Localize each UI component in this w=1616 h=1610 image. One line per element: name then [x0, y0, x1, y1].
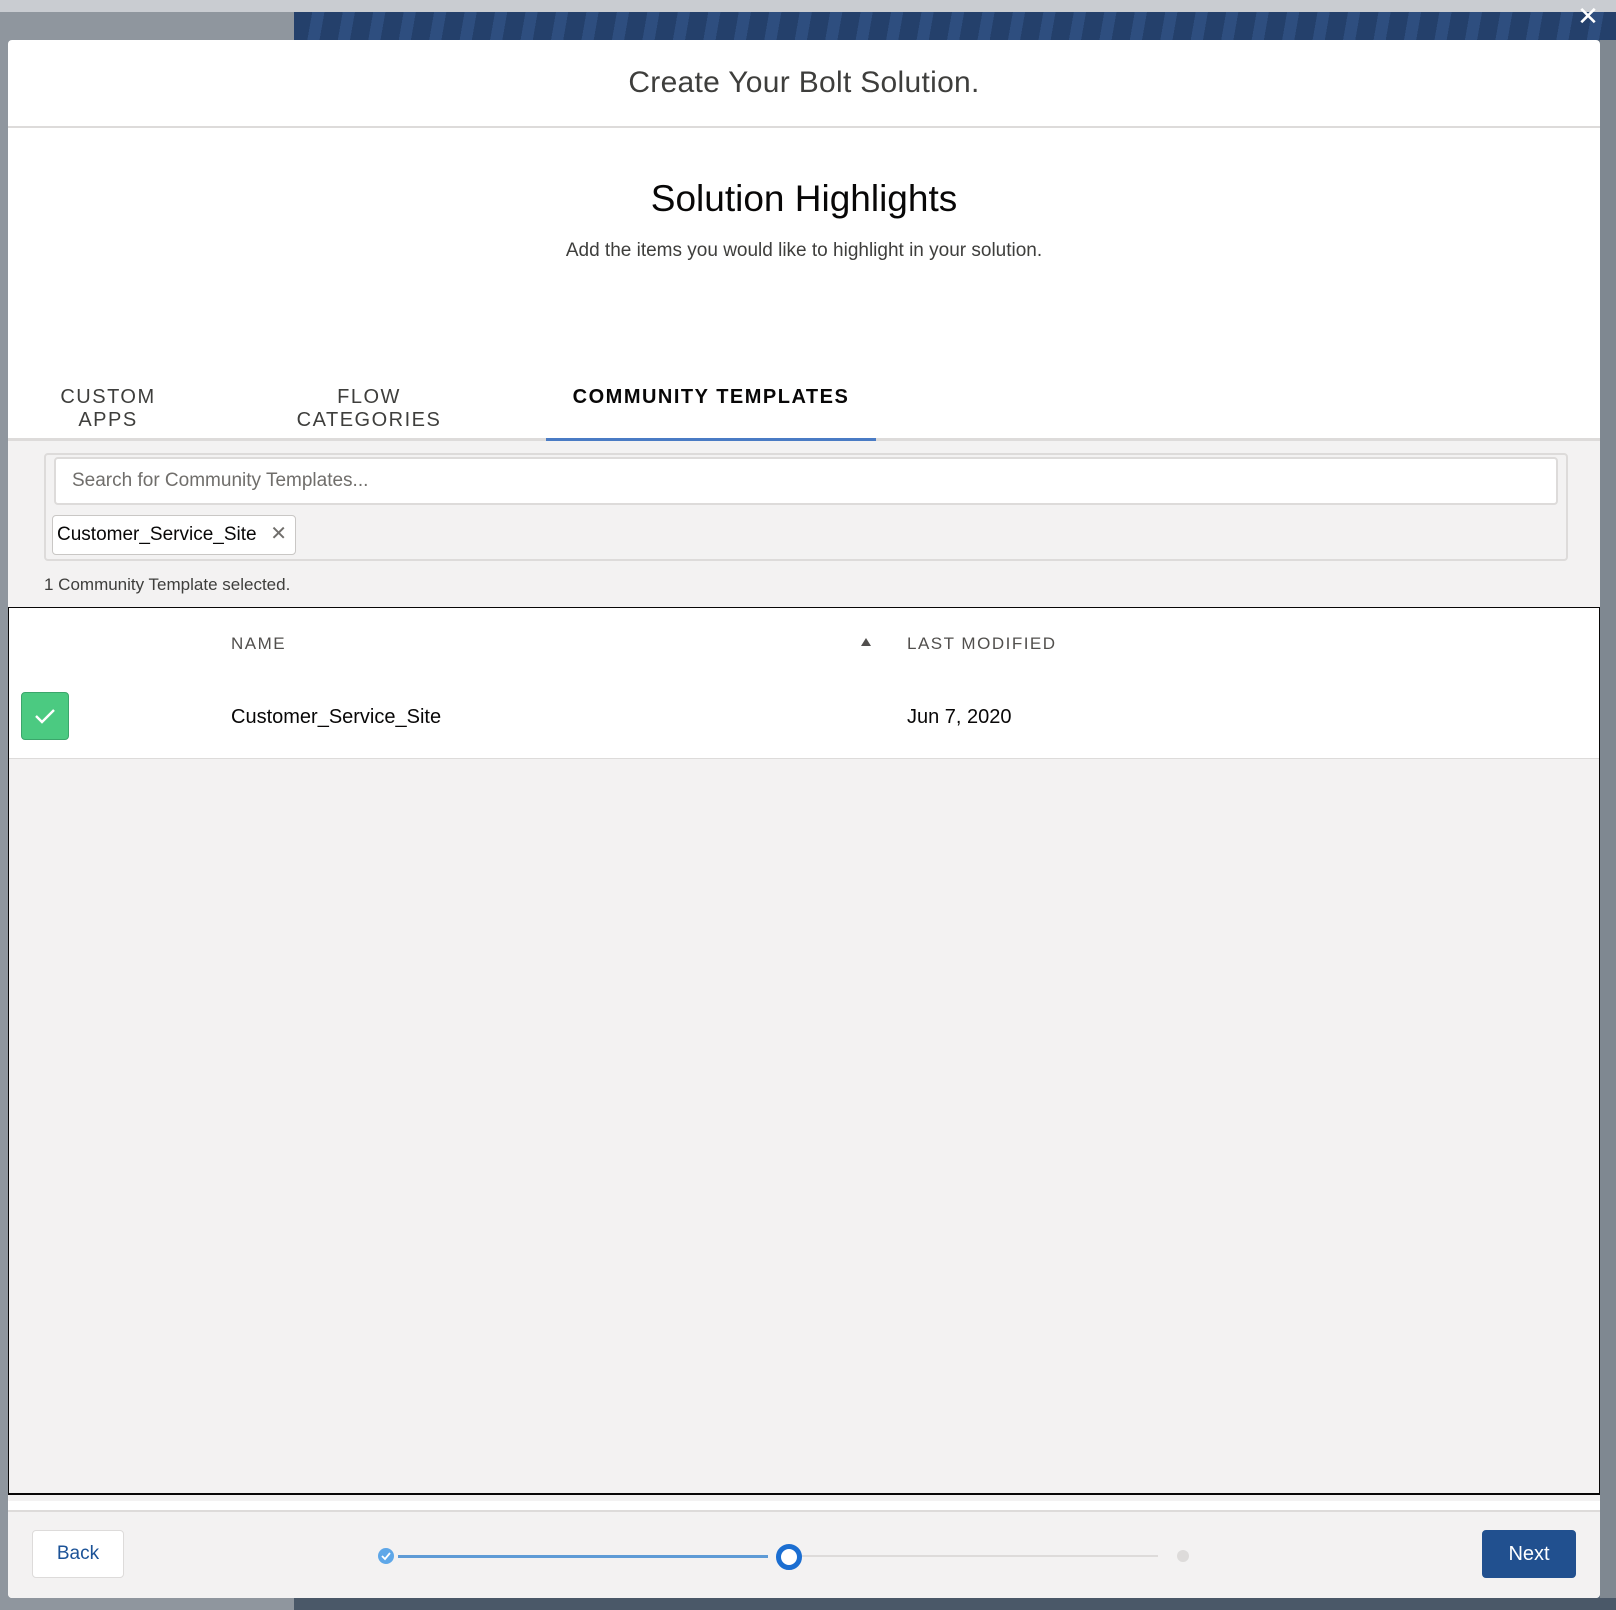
- bolt-solution-modal: Create Your Bolt Solution. Solution High…: [8, 40, 1600, 1598]
- tab-panel-community-templates: Customer_Service_Site ✕ 1 Community Temp…: [8, 441, 1600, 1501]
- column-header-name[interactable]: NAME: [231, 634, 286, 654]
- tab-flow-categories[interactable]: FLOW CATEGORIES: [266, 386, 472, 438]
- progress-track-complete: [398, 1555, 768, 1558]
- selected-pill: Customer_Service_Site ✕: [52, 515, 296, 555]
- row-select-checkbox[interactable]: [21, 692, 69, 740]
- sort-ascending-icon[interactable]: [861, 638, 871, 646]
- progress-indicator: [378, 1544, 1238, 1570]
- background-banner: [294, 12, 1616, 40]
- table-row[interactable]: Customer_Service_Site Jun 7, 2020: [9, 678, 1599, 759]
- back-button[interactable]: Back: [32, 1530, 124, 1578]
- progress-step-3[interactable]: [1177, 1550, 1189, 1562]
- page-subtitle: Add the items you would like to highligh…: [565, 240, 1043, 261]
- check-icon: [381, 1552, 391, 1561]
- column-header-last-modified[interactable]: LAST MODIFIED: [907, 634, 1057, 654]
- background-top-bar: [0, 0, 1616, 12]
- cell-name: Customer_Service_Site: [231, 706, 442, 728]
- modal-title: Create Your Bolt Solution.: [628, 66, 980, 99]
- progress-step-2-current[interactable]: [776, 1544, 802, 1570]
- checkmark-icon: [35, 709, 55, 724]
- background-bottom-strip: [294, 1598, 1616, 1610]
- background-right-panel: [1600, 40, 1616, 1610]
- cell-last-modified: Jun 7, 2020: [907, 706, 1012, 728]
- search-container: Customer_Service_Site ✕: [44, 453, 1568, 561]
- table-header: NAME LAST MODIFIED: [9, 608, 1599, 679]
- section-hero: Solution Highlights Add the items you wo…: [8, 128, 1600, 262]
- progress-step-1-complete[interactable]: [378, 1548, 394, 1564]
- search-input[interactable]: [54, 457, 1558, 505]
- next-button[interactable]: Next: [1482, 1530, 1576, 1578]
- page-title: Solution Highlights: [650, 178, 958, 219]
- selection-count: 1 Community Template selected.: [44, 575, 291, 594]
- selected-pill-label: Customer_Service_Site: [57, 524, 257, 545]
- modal-footer: Back Next: [8, 1510, 1600, 1598]
- progress-track-remaining: [788, 1555, 1158, 1557]
- close-icon[interactable]: ✕: [1574, 2, 1602, 30]
- tab-custom-apps[interactable]: CUSTOM APPS: [30, 386, 186, 438]
- tab-bar: CUSTOM APPS FLOW CATEGORIES COMMUNITY TE…: [8, 346, 1600, 442]
- remove-pill-icon[interactable]: ✕: [269, 524, 289, 544]
- modal-header: Create Your Bolt Solution.: [8, 40, 1600, 128]
- tab-community-templates[interactable]: COMMUNITY TEMPLATES: [546, 386, 876, 442]
- templates-table: NAME LAST MODIFIED Customer_Service_Site…: [8, 607, 1600, 1495]
